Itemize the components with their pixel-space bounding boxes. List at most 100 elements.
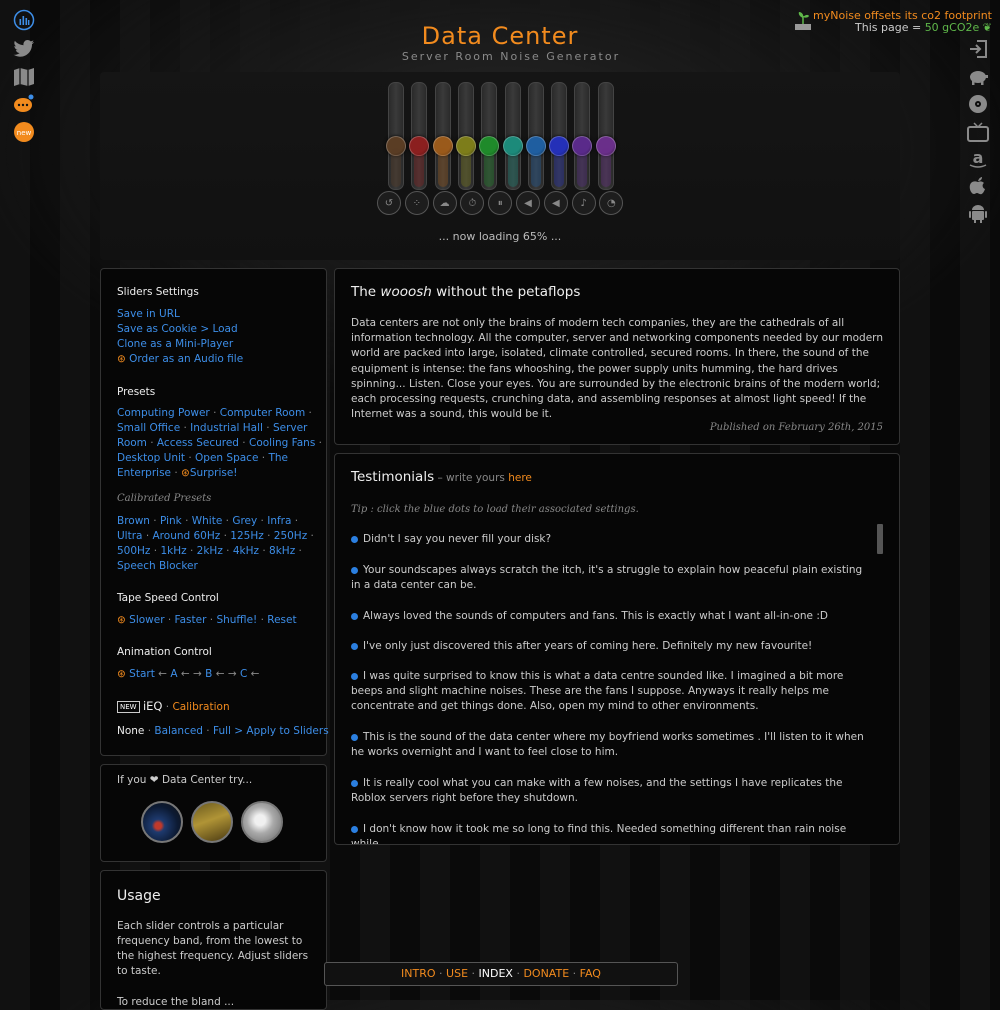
tape-reset[interactable]: Reset <box>267 614 296 626</box>
frequency-slider-9[interactable] <box>572 82 593 190</box>
cal-4khz[interactable]: 4kHz <box>233 545 259 557</box>
testimonial-item: Always loved the sounds of computers and… <box>351 609 871 624</box>
preset-desktop-unit[interactable]: Desktop Unit <box>117 452 185 464</box>
cal-8khz[interactable]: 8kHz <box>269 545 295 557</box>
cal-1khz[interactable]: 1kHz <box>160 545 186 557</box>
nav-donate[interactable]: DONATE <box>523 967 569 980</box>
ieq-full[interactable]: Full > Apply to Sliders <box>213 725 329 737</box>
order-audio-link[interactable]: Order as an Audio file <box>129 353 243 365</box>
preset-access-secured[interactable]: Access Secured <box>157 437 239 449</box>
load-settings-dot[interactable] <box>351 825 358 833</box>
preset-computer-room[interactable]: Computer Room <box>220 407 305 419</box>
piggybank-icon[interactable] <box>966 65 990 89</box>
pause-icon[interactable]: ⏸ <box>488 191 513 215</box>
preset-small-office[interactable]: Small Office <box>117 422 180 434</box>
animation-start[interactable]: Start <box>129 668 155 680</box>
preset-surprise[interactable]: Surprise! <box>190 467 238 479</box>
frequency-slider-10[interactable] <box>595 82 616 190</box>
slider-fill <box>391 147 401 187</box>
cal-500hz[interactable]: 500Hz <box>117 545 150 557</box>
frequency-slider-2[interactable] <box>409 82 430 190</box>
cal-white[interactable]: White <box>192 515 223 527</box>
preset-industrial-hall[interactable]: Industrial Hall <box>190 422 263 434</box>
tv-icon[interactable] <box>966 120 990 144</box>
cal-60hz[interactable]: Around 60Hz <box>153 530 221 542</box>
vinyl-icon[interactable] <box>966 92 990 116</box>
load-settings-dot[interactable] <box>351 779 358 787</box>
cal-2khz[interactable]: 2kHz <box>197 545 223 557</box>
calibrated-row-1: Brown · Pink · White · Grey · Infra · <box>117 515 299 527</box>
cal-250hz[interactable]: 250Hz <box>274 530 307 542</box>
ieq-balanced[interactable]: Balanced <box>154 725 203 737</box>
load-settings-dot[interactable] <box>351 672 358 680</box>
slider-fill <box>484 147 495 187</box>
cal-brown[interactable]: Brown <box>117 515 150 527</box>
cal-speech-blocker[interactable]: Speech Blocker <box>117 560 198 572</box>
frequency-slider-6[interactable] <box>502 82 523 190</box>
calibration-icon[interactable]: ◔ <box>599 191 624 215</box>
new-icon[interactable]: new <box>12 120 36 144</box>
cal-pink[interactable]: Pink <box>160 515 182 527</box>
tape-speed-row: ⊛ Slower · Faster · Shuffle! · Reset <box>117 614 297 626</box>
timer-icon[interactable]: ⏱ <box>460 191 485 215</box>
tape-slower[interactable]: Slower <box>129 614 164 626</box>
preset-computing-power[interactable]: Computing Power <box>117 407 210 419</box>
nav-index[interactable]: INDEX <box>479 967 513 980</box>
tape-faster[interactable]: Faster <box>175 614 207 626</box>
frequency-slider-7[interactable] <box>525 82 546 190</box>
apple-icon[interactable] <box>966 174 990 198</box>
android-icon[interactable] <box>966 201 990 225</box>
clone-mini-player-link[interactable]: Clone as a Mini-Player <box>117 337 233 352</box>
preset-open-space[interactable]: Open Space <box>195 452 258 464</box>
cal-infra[interactable]: Infra <box>267 515 291 527</box>
mute-icon[interactable]: ◀ <box>516 191 540 215</box>
animation-c[interactable]: C <box>240 668 247 680</box>
frequency-slider-5[interactable] <box>479 82 500 190</box>
write-yours-link[interactable]: here <box>508 472 532 484</box>
presets-row-1: Computing Power · Computer Room · <box>117 407 312 419</box>
load-settings-dot[interactable] <box>351 612 358 620</box>
load-settings-dot[interactable] <box>351 642 358 650</box>
preset-server-room-a[interactable]: Server <box>273 422 307 434</box>
nav-use[interactable]: USE <box>446 967 468 980</box>
reset-icon[interactable]: ↺ <box>377 191 401 215</box>
load-settings-dot[interactable] <box>351 566 358 574</box>
frequency-slider-1[interactable] <box>386 82 406 190</box>
nav-intro[interactable]: INTRO <box>401 967 436 980</box>
save-cookie-link[interactable]: Save as Cookie > Load <box>117 322 238 337</box>
preset-enterprise-b[interactable]: Enterprise <box>117 467 171 479</box>
ieq-none[interactable]: None <box>117 725 144 737</box>
amazon-icon[interactable]: a <box>966 147 990 171</box>
cal-grey[interactable]: Grey <box>232 515 257 527</box>
testimonials-scrollbar[interactable] <box>877 524 883 554</box>
bell-icon[interactable]: ♪ <box>571 191 596 215</box>
cal-125hz[interactable]: 125Hz <box>230 530 263 542</box>
preset-enterprise-a[interactable]: The <box>268 452 288 464</box>
preset-cooling-fans[interactable]: Cooling Fans <box>249 437 315 449</box>
suggestion-city-lights[interactable] <box>141 801 183 843</box>
save-url-link[interactable]: Save in URL <box>117 307 180 322</box>
animation-a[interactable]: A <box>170 668 177 680</box>
nav-faq[interactable]: FAQ <box>580 967 601 980</box>
suggestion-railway[interactable] <box>191 801 233 843</box>
testimonials-panel: Testimonials – write yours here Tip : cl… <box>334 453 900 845</box>
randomize-icon[interactable]: ⁘ <box>404 191 429 215</box>
map-icon[interactable] <box>12 65 36 89</box>
preset-server-room-b[interactable]: Room <box>117 437 147 449</box>
frequency-slider-4[interactable] <box>455 82 476 190</box>
frequency-slider-3[interactable] <box>432 82 453 190</box>
testimonial-text: I've only just discovered this after yea… <box>363 640 813 652</box>
load-settings-dot[interactable] <box>351 535 358 543</box>
animate-icon[interactable]: ☁ <box>432 191 457 215</box>
volume-icon[interactable]: ◀ <box>543 191 568 215</box>
frequency-slider-8[interactable] <box>549 82 570 190</box>
tape-shuffle[interactable]: Shuffle! <box>216 614 257 626</box>
load-settings-dot[interactable] <box>351 733 358 741</box>
suggestion-clouds[interactable] <box>241 801 283 843</box>
chat-icon[interactable] <box>12 92 36 116</box>
testimonial-text: Your soundscapes always scratch the itch… <box>351 564 863 591</box>
animation-b[interactable]: B <box>205 668 212 680</box>
cal-ultra[interactable]: Ultra <box>117 530 142 542</box>
ieq-calibration-link[interactable]: Calibration <box>172 701 229 713</box>
calibrated-row-2: Ultra · Around 60Hz · 125Hz · 250Hz · <box>117 530 314 542</box>
